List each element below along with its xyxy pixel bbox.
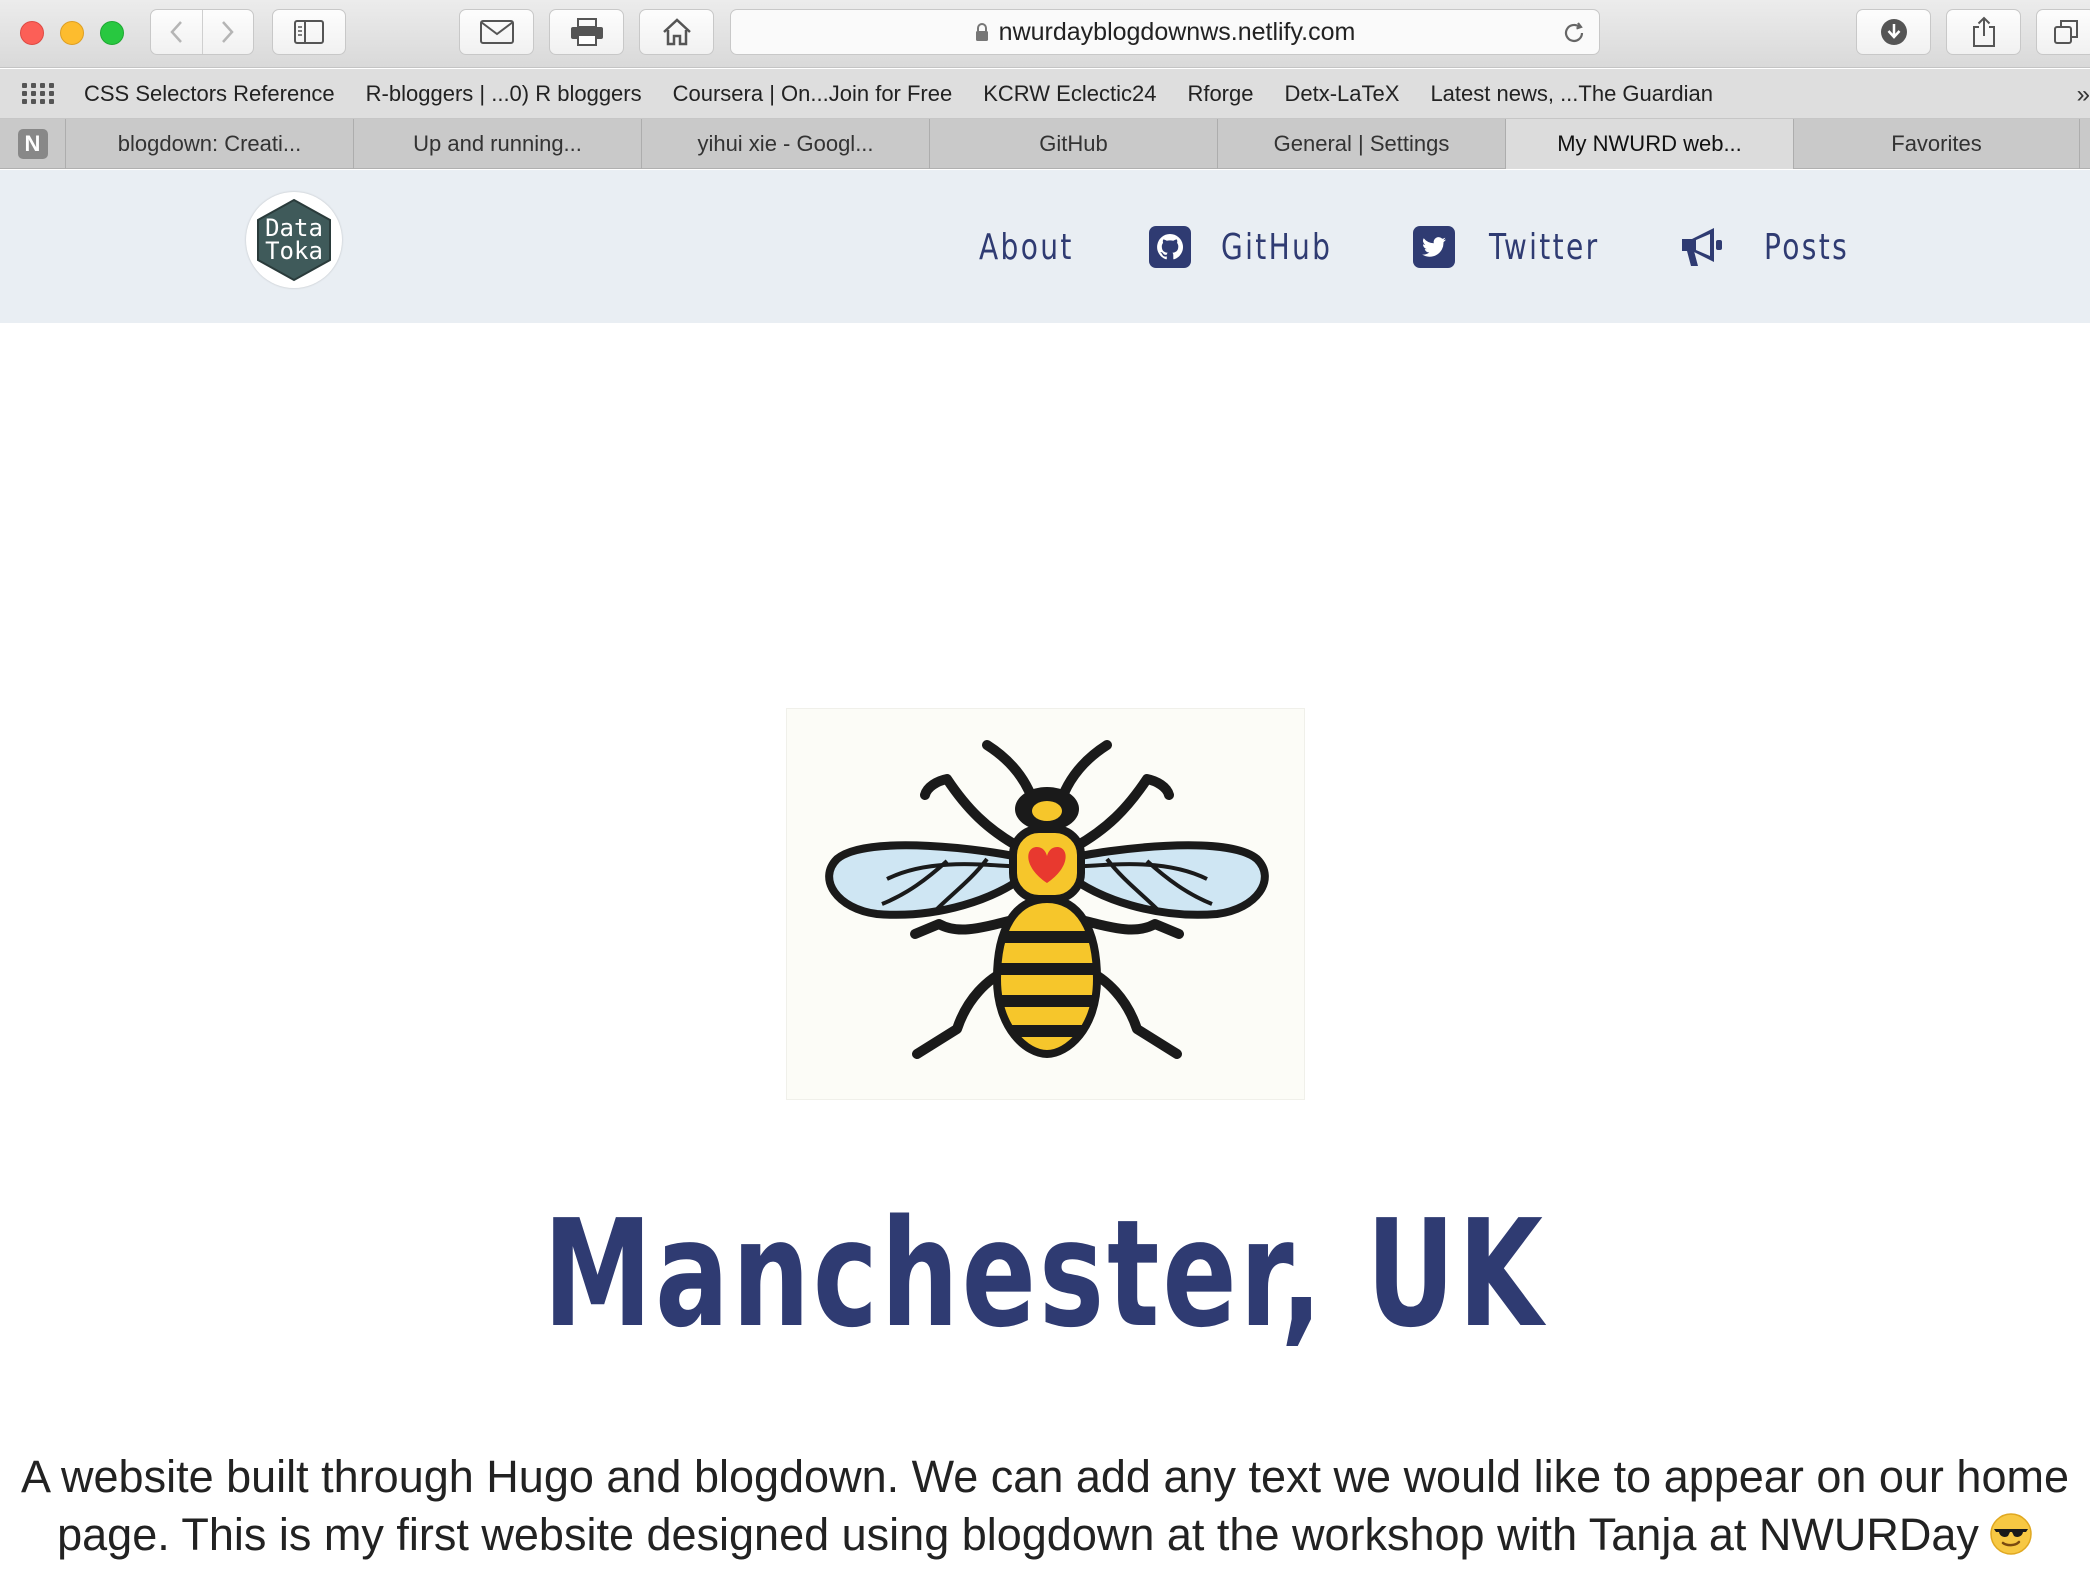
site-header: Data Toka About GitHub Twitter Posts (0, 170, 2090, 323)
download-icon (1880, 19, 1907, 45)
share-icon (1972, 16, 1995, 47)
bookmark-item[interactable]: R-bloggers | ...0) R bloggers (366, 81, 642, 107)
intro-paragraph: A website built through Hugo and blogdow… (10, 1448, 2080, 1564)
megaphone-icon (1682, 228, 1722, 266)
tab-bar: N blogdown: Creati... Up and running... … (0, 119, 2090, 169)
back-forward-buttons (150, 9, 254, 55)
nav-about-label: About (979, 226, 1074, 268)
manchester-bee-image (786, 708, 1305, 1100)
tab[interactable]: Up and running... (354, 119, 642, 169)
tab[interactable]: GitHub (930, 119, 1218, 169)
chevron-right-icon (222, 21, 234, 43)
tabs-overview-icon (2054, 20, 2078, 44)
tabs-overview-button[interactable] (2036, 9, 2090, 55)
grid-icon[interactable] (22, 82, 56, 106)
sidebar-icon (294, 20, 324, 44)
home-button[interactable] (639, 9, 714, 55)
bookmark-item[interactable]: Latest news, ...The Guardian (1430, 81, 1713, 107)
pinned-tab-icon: N (17, 129, 48, 159)
github-icon (1149, 226, 1191, 268)
tab[interactable]: blogdown: Creati... (66, 119, 354, 169)
nav-github-label: GitHub (1221, 226, 1333, 268)
sidebar-button[interactable] (272, 9, 346, 55)
minimize-window-button[interactable] (60, 21, 84, 45)
tab[interactable]: General | Settings (1218, 119, 1506, 169)
bookmark-item[interactable]: Detx-LaTeX (1284, 81, 1399, 107)
intro-text: A website built through Hugo and blogdow… (21, 1451, 2069, 1560)
nav-posts[interactable]: Posts (1678, 222, 1873, 272)
bookmark-item[interactable]: CSS Selectors Reference (84, 81, 335, 107)
bee-icon (825, 740, 1269, 1059)
logo-text-line2: Toka (265, 237, 323, 265)
bookmarks-bar: CSS Selectors Reference R-bloggers | ...… (0, 69, 2090, 119)
bookmarks-overflow-button[interactable]: » (2077, 81, 2090, 109)
nav-twitter[interactable]: Twitter (1413, 222, 1631, 272)
tab[interactable]: yihui xie - Googl... (642, 119, 930, 169)
pinned-tab[interactable]: N (0, 119, 66, 169)
page-title-text: Manchester, UK (543, 1188, 1547, 1360)
share-button[interactable] (1946, 9, 2021, 55)
mail-icon (479, 20, 514, 44)
zoom-window-button[interactable] (100, 21, 124, 45)
nav-posts-label: Posts (1764, 226, 1850, 268)
address-bar[interactable]: nwurdayblogdownws.netlify.com (730, 9, 1600, 55)
bookmark-item[interactable]: Rforge (1187, 81, 1253, 107)
mail-button[interactable] (459, 9, 534, 55)
back-button[interactable] (151, 10, 202, 54)
print-icon (570, 18, 603, 46)
site-logo[interactable]: Data Toka (246, 192, 342, 288)
close-window-button[interactable] (20, 21, 44, 45)
tab[interactable]: Favorites (1794, 119, 2080, 169)
page-title: Manchester, UK (0, 1194, 2090, 1354)
bookmark-item[interactable]: KCRW Eclectic24 (983, 81, 1156, 107)
downloads-button[interactable] (1856, 9, 1931, 55)
bookmark-item[interactable]: Coursera | On...Join for Free (673, 81, 953, 107)
nav-github[interactable]: GitHub (1149, 222, 1364, 272)
print-button[interactable] (549, 9, 624, 55)
lock-icon (975, 23, 988, 41)
sunglasses-emoji-icon (1990, 1513, 2032, 1555)
url-text: nwurdayblogdownws.netlify.com (998, 17, 1356, 46)
nav-about[interactable]: About (979, 222, 1100, 272)
home-icon (662, 18, 691, 46)
nav-twitter-label: Twitter (1489, 226, 1600, 268)
chevron-left-icon (170, 21, 183, 43)
tab-active[interactable]: My NWURD web... (1506, 119, 1794, 169)
browser-toolbar: nwurdayblogdownws.netlify.com (0, 0, 2090, 68)
twitter-icon (1413, 226, 1455, 268)
reload-icon[interactable] (1561, 20, 1587, 46)
forward-button[interactable] (201, 10, 253, 54)
